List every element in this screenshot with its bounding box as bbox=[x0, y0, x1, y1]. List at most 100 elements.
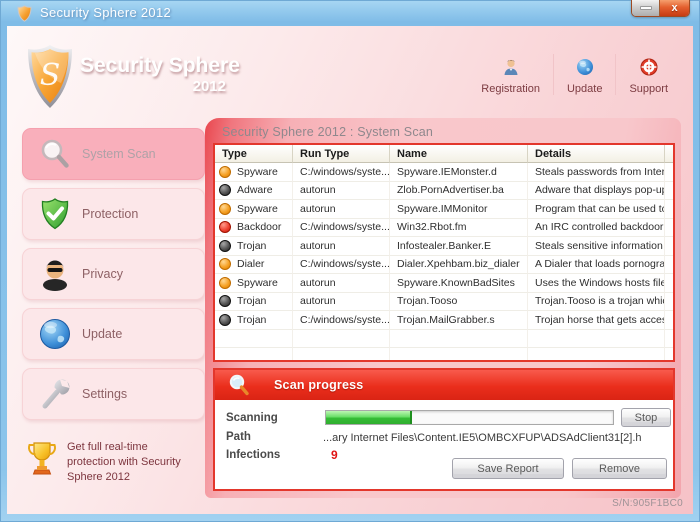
table-row[interactable]: Spyware autorun Spyware.IMMonitor Progra… bbox=[215, 200, 673, 219]
table-row[interactable]: Trojan autorun Infostealer.Banker.E Stea… bbox=[215, 237, 673, 256]
cell-run-type: autorun bbox=[293, 182, 390, 201]
cell-name: Spyware.IMMonitor bbox=[390, 200, 528, 219]
stop-button[interactable]: Stop bbox=[621, 408, 671, 427]
scan-progress-box: Scan progress Scanning Stop Path ...ary … bbox=[213, 368, 675, 491]
cell-spacer bbox=[665, 274, 673, 293]
trophy-icon bbox=[27, 440, 57, 478]
severity-icon bbox=[219, 221, 231, 233]
cell-details: Steals sensitive information fr... bbox=[528, 237, 665, 256]
cell-details: An IRC controlled backdoor th... bbox=[528, 219, 665, 238]
table-row[interactable]: Spyware C:/windows/syste... Spyware.IEMo… bbox=[215, 163, 673, 182]
shield-icon bbox=[17, 5, 32, 22]
progress-fill bbox=[326, 411, 412, 424]
column-header-run-type[interactable]: Run Type bbox=[293, 145, 390, 163]
scan-progress-body: Scanning Stop Path ...ary Internet Files… bbox=[215, 400, 673, 489]
severity-icon bbox=[219, 240, 231, 252]
sidebar-item-label: System Scan bbox=[82, 147, 156, 161]
cell-spacer bbox=[665, 219, 673, 238]
table-row[interactable]: Spyware autorun Spyware.KnownBadSites Us… bbox=[215, 274, 673, 293]
update-label: Update bbox=[567, 83, 602, 95]
cell-details: Program that can be used to ... bbox=[528, 200, 665, 219]
cell-details: A Dialer that loads pornographi... bbox=[528, 256, 665, 275]
app-window: Security Sphere 2012 x S Security Sphere bbox=[0, 0, 700, 522]
cell-spacer bbox=[665, 256, 673, 275]
severity-icon bbox=[219, 203, 231, 215]
brand-year: 2012 bbox=[80, 78, 230, 95]
svg-text:S: S bbox=[40, 58, 61, 93]
sidebar-item-label: Privacy bbox=[82, 267, 123, 281]
support-label: Support bbox=[629, 83, 668, 95]
sidebar-item-privacy[interactable]: Privacy bbox=[22, 248, 205, 300]
scan-progress-title: Scan progress bbox=[274, 378, 363, 392]
globe-icon bbox=[38, 317, 72, 351]
person-icon bbox=[502, 58, 520, 76]
wrench-icon bbox=[38, 377, 72, 411]
path-label: Path bbox=[226, 431, 251, 443]
main-panel: Security Sphere 2012 : System Scan Type … bbox=[205, 118, 681, 498]
sidebar-item-label: Protection bbox=[82, 207, 138, 221]
cell-type: Trojan bbox=[215, 237, 293, 256]
window-body: S Security Sphere 2012 Registration bbox=[7, 26, 693, 514]
severity-icon bbox=[219, 277, 231, 289]
table-row-empty bbox=[215, 348, 673, 362]
table-row[interactable]: Trojan autorun Trojan.Tooso Trojan.Tooso… bbox=[215, 293, 673, 312]
column-header-type[interactable]: Type bbox=[215, 145, 293, 163]
promo-text: Get full real-time protection with Secur… bbox=[67, 440, 192, 485]
promo: Get full real-time protection with Secur… bbox=[27, 440, 192, 485]
path-value: ...ary Internet Files\Content.IE5\OMBCXF… bbox=[323, 432, 671, 444]
table-header: Type Run Type Name Details bbox=[215, 145, 673, 163]
logo-shield-icon: S bbox=[25, 44, 75, 110]
lifebuoy-icon bbox=[640, 58, 658, 76]
registration-button[interactable]: Registration bbox=[468, 54, 553, 95]
table-row[interactable]: Dialer C:/windows/syste... Dialer.Xpehba… bbox=[215, 256, 673, 275]
serial-number: S/N:905F1BC0 bbox=[612, 498, 683, 509]
remove-button[interactable]: Remove bbox=[572, 458, 667, 479]
infections-label: Infections bbox=[226, 449, 280, 461]
support-button[interactable]: Support bbox=[615, 54, 681, 95]
sidebar: System Scan Protection bbox=[22, 128, 205, 428]
cell-spacer bbox=[665, 293, 673, 312]
window-title: Security Sphere 2012 bbox=[40, 5, 171, 20]
minimize-button[interactable] bbox=[632, 0, 660, 16]
minimize-icon bbox=[640, 6, 652, 10]
scan-results-table: Type Run Type Name Details Spyware C:/wi… bbox=[213, 143, 675, 362]
sidebar-item-label: Settings bbox=[82, 387, 127, 401]
cell-name: Zlob.PornAdvertiser.ba bbox=[390, 182, 528, 201]
cell-type: Spyware bbox=[215, 200, 293, 219]
magnifier-icon bbox=[38, 137, 72, 171]
column-header-name[interactable]: Name bbox=[390, 145, 528, 163]
cell-spacer bbox=[665, 237, 673, 256]
cell-run-type: C:/windows/syste... bbox=[293, 256, 390, 275]
scanning-label: Scanning bbox=[226, 412, 278, 424]
table-row[interactable]: Adware autorun Zlob.PornAdvertiser.ba Ad… bbox=[215, 182, 673, 201]
cell-name: Dialer.Xpehbam.biz_dialer bbox=[390, 256, 528, 275]
window-controls: x bbox=[631, 0, 690, 17]
cell-run-type: C:/windows/syste... bbox=[293, 219, 390, 238]
infections-count: 9 bbox=[331, 448, 338, 462]
brand: Security Sphere 2012 bbox=[80, 54, 230, 95]
cell-type: Spyware bbox=[215, 274, 293, 293]
table-row[interactable]: Backdoor C:/windows/syste... Win32.Rbot.… bbox=[215, 219, 673, 238]
sidebar-item-protection[interactable]: Protection bbox=[22, 188, 205, 240]
severity-icon bbox=[219, 166, 231, 178]
sidebar-item-system-scan[interactable]: System Scan bbox=[22, 128, 205, 180]
cell-type: Trojan bbox=[215, 311, 293, 330]
column-header-details[interactable]: Details bbox=[528, 145, 665, 163]
save-report-button[interactable]: Save Report bbox=[452, 458, 564, 479]
cell-type: Backdoor bbox=[215, 219, 293, 238]
update-button[interactable]: Update bbox=[553, 54, 615, 95]
scan-progress-header: Scan progress bbox=[215, 370, 673, 400]
sidebar-item-settings[interactable]: Settings bbox=[22, 368, 205, 420]
close-icon: x bbox=[671, 2, 677, 14]
sidebar-item-update[interactable]: Update bbox=[22, 308, 205, 360]
title-bar: Security Sphere 2012 x bbox=[0, 0, 700, 26]
cell-details: Steals passwords from Interne... bbox=[528, 163, 665, 182]
cell-run-type: autorun bbox=[293, 237, 390, 256]
brand-name: Security Sphere bbox=[80, 54, 230, 78]
cell-name: Infostealer.Banker.E bbox=[390, 237, 528, 256]
cell-name: Trojan.Tooso bbox=[390, 293, 528, 312]
spy-icon bbox=[38, 257, 72, 291]
close-button[interactable]: x bbox=[660, 0, 689, 16]
table-row[interactable]: Trojan C:/windows/syste... Trojan.MailGr… bbox=[215, 311, 673, 330]
cell-type: Spyware bbox=[215, 163, 293, 182]
